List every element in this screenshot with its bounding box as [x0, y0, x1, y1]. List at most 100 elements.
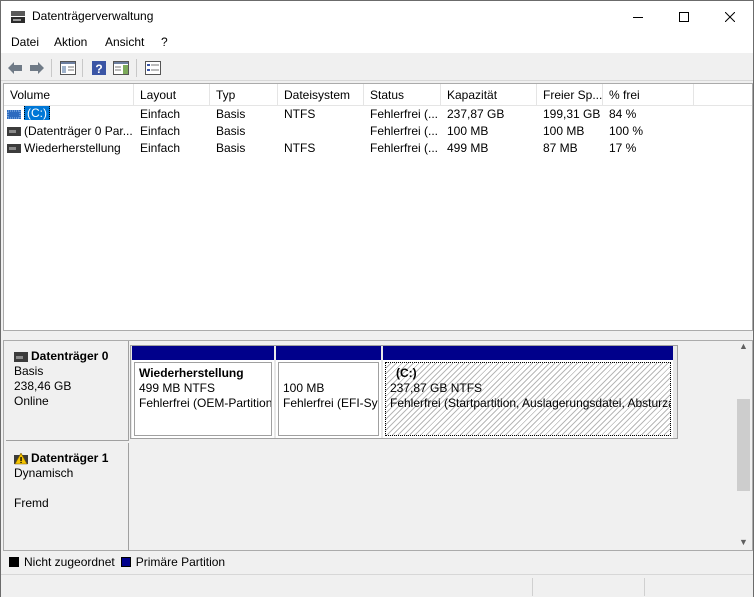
- help-icon: ?: [92, 61, 106, 76]
- console-tree-button[interactable]: [58, 58, 78, 78]
- back-icon: [8, 62, 22, 74]
- prozent-cell: 84 %: [609, 107, 637, 121]
- partition-efi[interactable]: 100 MB Fehlerfrei (EFI-Systempartition): [276, 346, 381, 438]
- column-header-volume[interactable]: Volume: [4, 84, 134, 106]
- close-icon: [725, 11, 735, 22]
- dateisystem-cell: NTFS: [284, 107, 316, 121]
- column-header-freier-speicher[interactable]: Freier Sp...: [537, 84, 603, 106]
- scroll-thumb[interactable]: [737, 399, 750, 491]
- pane-splitter[interactable]: [1, 332, 753, 340]
- partition-c[interactable]: (C:) 237,87 GB NTFS Fehlerfrei (Startpar…: [383, 346, 673, 438]
- layout-cell: Einfach: [140, 141, 181, 155]
- prozent-cell: 17 %: [609, 141, 637, 155]
- frei-cell: 87 MB: [543, 141, 578, 155]
- scroll-up-icon[interactable]: ▲: [738, 341, 749, 353]
- partition-status: Fehlerfrei (OEM-Partition): [139, 396, 272, 410]
- status-cell: Fehlerfrei (...: [370, 107, 439, 121]
- forward-icon: [30, 62, 44, 74]
- partition-name: (C:): [396, 366, 417, 380]
- volume-list-header: Volume Layout Typ Dateisystem Status Kap…: [4, 84, 752, 106]
- disk-state: Fremd: [14, 496, 49, 510]
- typ-cell: Basis: [216, 141, 246, 155]
- partition-size: 499 MB NTFS: [139, 381, 216, 395]
- frei-cell: 199,31 GB: [543, 107, 601, 121]
- table-row[interactable]: Wiederherstellung Einfach Basis NTFS Feh…: [4, 140, 752, 157]
- partition-name: Wiederherstellung: [139, 366, 244, 380]
- table-row[interactable]: (Datenträger 0 Par... Einfach Basis Fehl…: [4, 123, 752, 140]
- column-header-layout[interactable]: Layout: [134, 84, 210, 106]
- partition-size: 237,87 GB NTFS: [390, 381, 483, 395]
- kapazitaet-cell: 499 MB: [447, 141, 489, 155]
- legend-swatch-unallocated: [9, 557, 19, 567]
- status-bar: [1, 574, 753, 597]
- status-cell: Fehlerfrei (...: [370, 124, 439, 138]
- disk-name: Datenträger 0: [31, 349, 109, 363]
- column-header-status[interactable]: Status: [364, 84, 441, 106]
- disk-graphical-view[interactable]: Datenträger 0 Basis 238,46 GB Online Wie…: [3, 340, 753, 551]
- partition-status: Fehlerfrei (Startpartition, Auslagerungs…: [390, 396, 670, 410]
- minimize-button[interactable]: [615, 1, 661, 32]
- disk-1-label[interactable]: Datenträger 1 Dynamisch Fremd: [6, 443, 129, 550]
- partition-size: 100 MB: [283, 381, 325, 395]
- kapazitaet-cell: 100 MB: [447, 124, 489, 138]
- column-header-prozent-frei[interactable]: % frei: [603, 84, 694, 106]
- kapazitaet-cell: 237,87 GB: [447, 107, 505, 121]
- typ-cell: Basis: [216, 124, 246, 138]
- disk-state: Online: [14, 394, 49, 408]
- back-button[interactable]: [5, 58, 25, 78]
- scroll-down-icon[interactable]: ▼: [738, 537, 749, 549]
- column-header-kapazitaet[interactable]: Kapazität: [441, 84, 537, 106]
- volume-icon: [7, 110, 21, 119]
- disk-icon: [14, 351, 28, 362]
- volume-list[interactable]: Volume Layout Typ Dateisystem Status Kap…: [3, 83, 753, 331]
- disk-warning-icon: [14, 452, 28, 464]
- disk-pane-scrollbar[interactable]: ▲ ▼: [735, 341, 752, 550]
- menu-aktion[interactable]: Aktion: [54, 35, 87, 49]
- disk-0-partitions: Wiederherstellung 499 MB NTFS Fehlerfrei…: [130, 345, 678, 439]
- legend: Nicht zugeordnet Primäre Partition: [3, 551, 753, 573]
- console-tree-icon: [60, 61, 76, 75]
- volume-name: (C:): [24, 106, 50, 120]
- volume-name: (Datenträger 0 Par...: [24, 124, 133, 138]
- menu-help[interactable]: ?: [161, 35, 168, 49]
- status-cell: Fehlerfrei (...: [370, 141, 439, 155]
- typ-cell: Basis: [216, 107, 246, 121]
- minimize-icon: [633, 16, 643, 18]
- menu-bar: Datei Aktion Ansicht ?: [1, 32, 753, 54]
- status-segment: [532, 578, 533, 596]
- help-button[interactable]: ?: [89, 58, 109, 78]
- volume-icon: [7, 144, 21, 153]
- menu-datei[interactable]: Datei: [11, 35, 39, 49]
- column-header-dateisystem[interactable]: Dateisystem: [278, 84, 364, 106]
- layout-cell: Einfach: [140, 124, 181, 138]
- partition-wiederherstellung[interactable]: Wiederherstellung 499 MB NTFS Fehlerfrei…: [132, 346, 274, 438]
- disk-0-label[interactable]: Datenträger 0 Basis 238,46 GB Online: [6, 341, 129, 441]
- action-pane-icon: [113, 61, 129, 75]
- close-button[interactable]: [707, 1, 753, 32]
- properties-icon: [145, 61, 161, 75]
- dateisystem-cell: NTFS: [284, 141, 316, 155]
- layout-cell: Einfach: [140, 107, 181, 121]
- properties-button[interactable]: [143, 58, 163, 78]
- title-bar[interactable]: Datenträgerverwaltung: [1, 1, 753, 32]
- maximize-button[interactable]: [661, 1, 707, 32]
- disk-type: Dynamisch: [14, 466, 74, 480]
- frei-cell: 100 MB: [543, 124, 585, 138]
- action-pane-button[interactable]: [111, 58, 131, 78]
- forward-button[interactable]: [27, 58, 47, 78]
- menu-ansicht[interactable]: Ansicht: [105, 35, 144, 49]
- prozent-cell: 100 %: [609, 124, 644, 138]
- partition-name: [283, 366, 378, 381]
- status-segment: [644, 578, 645, 596]
- column-header-typ[interactable]: Typ: [210, 84, 278, 106]
- legend-swatch-primary: [120, 557, 131, 567]
- disk-size: [14, 481, 128, 496]
- legend-label-primary: Primäre Partition: [135, 555, 226, 569]
- disk-management-window: Datenträgerverwaltung Datei Aktion Ansic…: [0, 0, 754, 597]
- disk-size: 238,46 GB: [14, 379, 72, 393]
- disk-name: Datenträger 1: [31, 451, 109, 465]
- volume-name: Wiederherstellung: [24, 141, 121, 155]
- disk-1-area[interactable]: [130, 441, 736, 550]
- table-row[interactable]: (C:) Einfach Basis NTFS Fehlerfrei (... …: [4, 106, 752, 123]
- window-title: Datenträgerverwaltung: [32, 9, 154, 23]
